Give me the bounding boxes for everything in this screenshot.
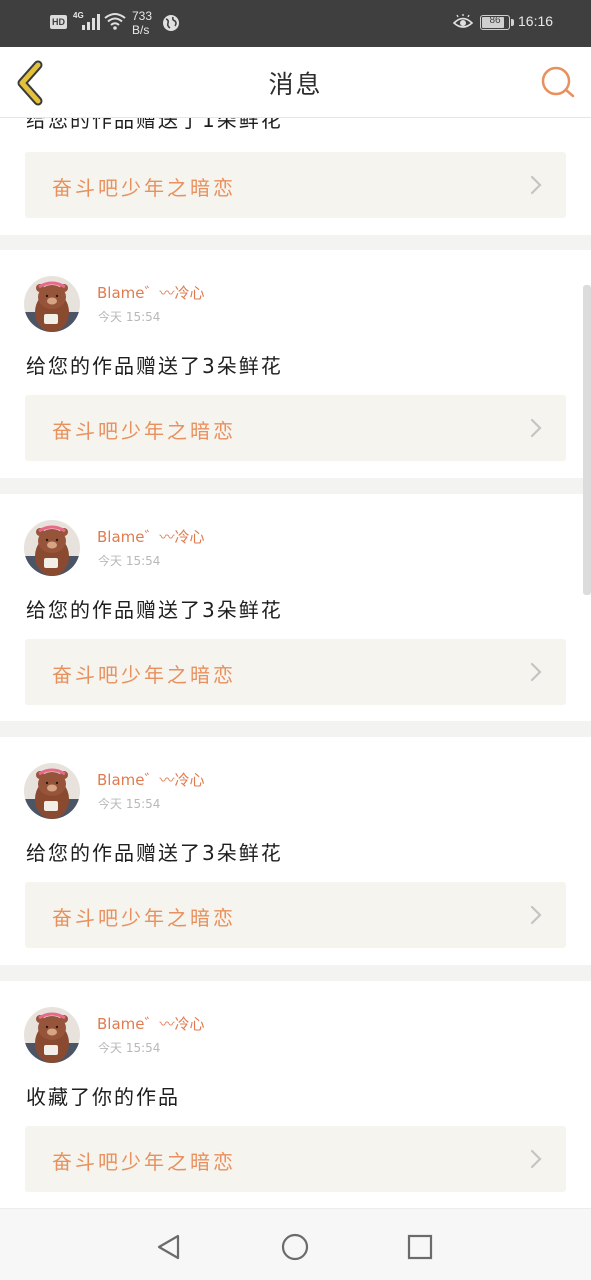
scrollbar[interactable] xyxy=(583,285,591,595)
triangle-back-icon[interactable] xyxy=(155,1233,183,1261)
network-speed-unit: B/s xyxy=(132,23,150,37)
message-time: 今天 15:54 xyxy=(98,554,161,568)
wifi-icon xyxy=(104,13,126,30)
eye-comfort-icon xyxy=(453,14,473,28)
chevron-right-icon xyxy=(530,905,542,925)
chevron-right-icon xyxy=(530,418,542,438)
work-title: 奋斗吧少年之暗恋 xyxy=(52,663,236,687)
message-card: Blame゛〰冷心 今天 15:54 给您的作品赠送了3朵鲜花 奋斗吧少年之暗恋 xyxy=(0,494,591,721)
work-link[interactable]: 奋斗吧少年之暗恋 xyxy=(25,395,566,461)
message-action-text: 收藏了你的作品 xyxy=(26,1085,180,1109)
avatar[interactable] xyxy=(24,763,80,819)
system-nav-bar xyxy=(0,1208,591,1280)
username[interactable]: Blame゛〰冷心 xyxy=(97,282,205,303)
square-recent-icon[interactable] xyxy=(407,1234,433,1260)
message-action-text: 给您的作品赠送了1朵鲜花 xyxy=(26,118,283,132)
app-header: 消息 xyxy=(0,47,591,118)
chevron-right-icon xyxy=(530,662,542,682)
avatar[interactable] xyxy=(24,520,80,576)
search-button[interactable] xyxy=(536,61,580,103)
search-icon xyxy=(541,66,575,98)
username[interactable]: Blame゛〰冷心 xyxy=(97,526,205,547)
bear-avatar-image xyxy=(24,520,80,576)
network-speed: 733 B/s xyxy=(132,9,152,37)
work-link[interactable]: 奋斗吧少年之暗恋 xyxy=(25,882,566,948)
message-action-text: 给您的作品赠送了3朵鲜花 xyxy=(26,354,283,378)
network-speed-value: 733 xyxy=(132,9,153,23)
hd-icon: HD xyxy=(50,15,67,29)
bear-avatar-image xyxy=(24,276,80,332)
work-title: 奋斗吧少年之暗恋 xyxy=(52,419,236,443)
message-time: 今天 15:54 xyxy=(98,797,161,811)
messages-screen: HD 4G 733 B/s 86 16:16 消息 给您的作品赠送了1朵鲜花 奋… xyxy=(0,0,591,1280)
message-list[interactable]: 给您的作品赠送了1朵鲜花 奋斗吧少年之暗恋 Blame゛〰冷心 今天 15:54… xyxy=(0,118,591,1208)
globe-icon xyxy=(163,15,179,31)
signal-icon xyxy=(82,14,100,30)
avatar[interactable] xyxy=(24,1007,80,1063)
chevron-right-icon xyxy=(530,175,542,195)
username[interactable]: Blame゛〰冷心 xyxy=(97,769,205,790)
page-title: 消息 xyxy=(268,70,323,99)
message-time: 今天 15:54 xyxy=(98,1041,161,1055)
work-title: 奋斗吧少年之暗恋 xyxy=(52,906,236,930)
status-bar: HD 4G 733 B/s 86 16:16 xyxy=(0,0,591,47)
work-title: 奋斗吧少年之暗恋 xyxy=(52,1150,236,1174)
message-action-text: 给您的作品赠送了3朵鲜花 xyxy=(26,598,283,622)
work-link[interactable]: 奋斗吧少年之暗恋 xyxy=(25,639,566,705)
clock: 16:16 xyxy=(518,13,554,29)
circle-home-icon[interactable] xyxy=(281,1233,309,1261)
battery-tip xyxy=(511,19,514,26)
work-title: 奋斗吧少年之暗恋 xyxy=(52,176,236,200)
message-time: 今天 15:54 xyxy=(98,310,161,324)
battery-level: 86 xyxy=(489,15,501,26)
work-link[interactable]: 奋斗吧少年之暗恋 xyxy=(25,1126,566,1192)
message-card: Blame゛〰冷心 今天 15:54 收藏了你的作品 奋斗吧少年之暗恋 xyxy=(0,981,591,1208)
message-card: Blame゛〰冷心 今天 15:54 给您的作品赠送了3朵鲜花 奋斗吧少年之暗恋 xyxy=(0,250,591,478)
bear-avatar-image xyxy=(24,763,80,819)
avatar[interactable] xyxy=(24,276,80,332)
work-link[interactable]: 奋斗吧少年之暗恋 xyxy=(25,152,566,218)
message-card: Blame゛〰冷心 今天 15:54 给您的作品赠送了3朵鲜花 奋斗吧少年之暗恋 xyxy=(0,737,591,965)
message-card: 给您的作品赠送了1朵鲜花 奋斗吧少年之暗恋 xyxy=(0,118,591,235)
chevron-right-icon xyxy=(530,1149,542,1169)
battery-icon: 86 xyxy=(480,15,510,30)
message-action-text: 给您的作品赠送了3朵鲜花 xyxy=(26,841,283,865)
username[interactable]: Blame゛〰冷心 xyxy=(97,1013,205,1034)
bear-avatar-image xyxy=(24,1007,80,1063)
